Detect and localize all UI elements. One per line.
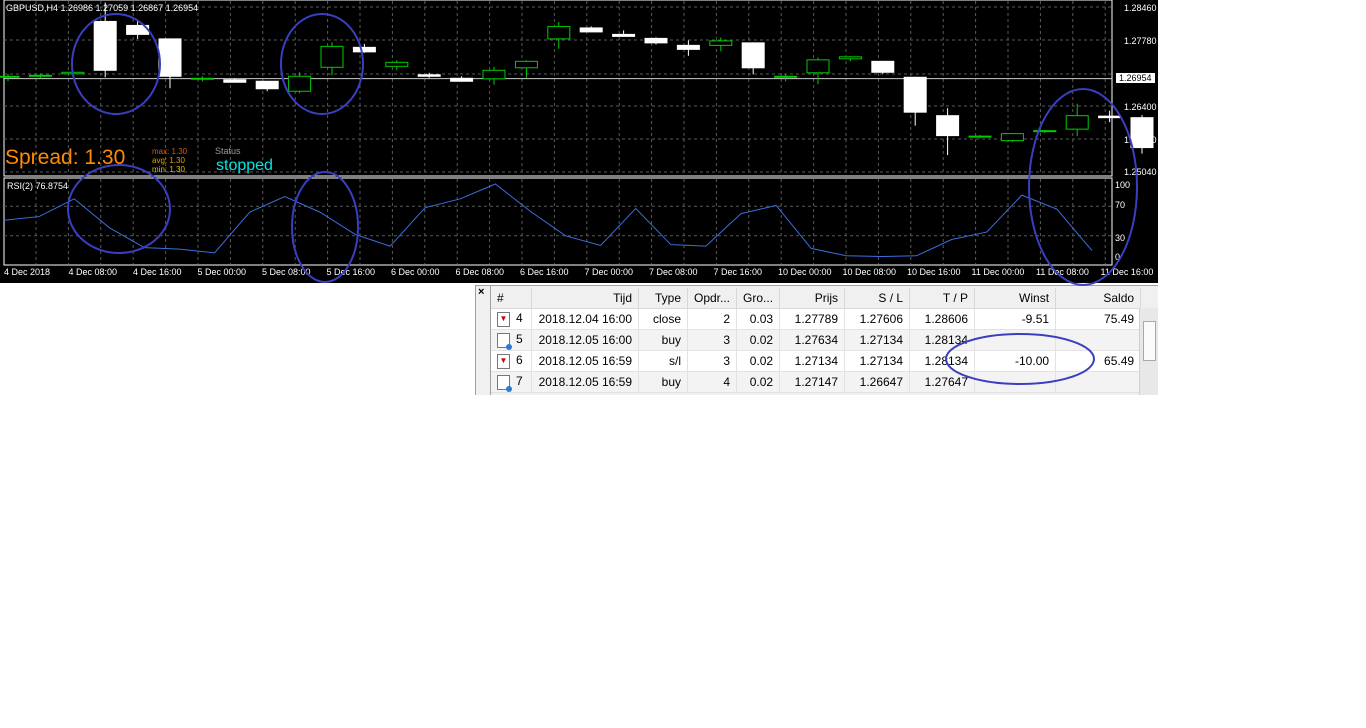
annotation-overlay — [67, 13, 1138, 385]
annotation-circle — [280, 13, 364, 115]
annotation-circle — [291, 171, 359, 283]
annotation-circle — [945, 333, 1095, 385]
annotation-circle — [67, 164, 171, 254]
annotation-circle — [1028, 88, 1138, 286]
annotation-circle — [71, 13, 161, 115]
